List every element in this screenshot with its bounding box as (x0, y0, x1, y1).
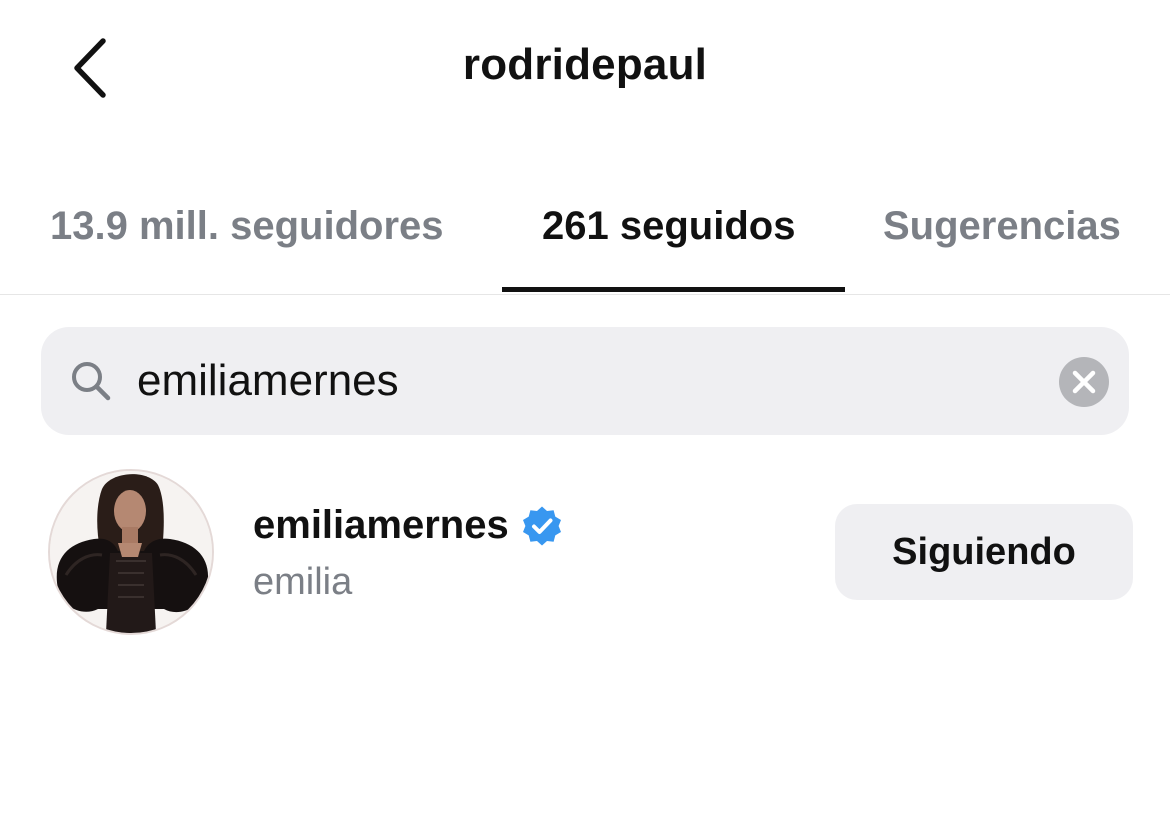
verified-badge-icon (522, 506, 561, 545)
search-bar (41, 327, 1129, 435)
search-input[interactable] (137, 349, 1037, 413)
tab-bar: 13.9 mill. seguidores 261 seguidos Suger… (0, 190, 1170, 295)
clear-icon (1072, 370, 1096, 394)
following-button[interactable]: Siguiendo (835, 504, 1133, 600)
avatar[interactable] (48, 469, 214, 635)
page-title: rodridepaul (462, 40, 708, 89)
tab-followers[interactable]: 13.9 mill. seguidores (50, 204, 444, 249)
profile-photo (50, 471, 212, 633)
clear-search-button[interactable] (1059, 357, 1109, 407)
tab-suggestions[interactable]: Sugerencias (883, 204, 1121, 249)
full-name: emilia (253, 561, 353, 603)
top-bar: rodridepaul (0, 0, 1170, 140)
search-icon (72, 362, 111, 401)
list-item[interactable]: emiliamernes emilia Siguiendo (0, 465, 1170, 640)
tab-following[interactable]: 261 seguidos (542, 204, 795, 249)
username-link[interactable]: emiliamernes (253, 503, 563, 548)
username: emiliamernes (253, 503, 509, 547)
active-tab-indicator (502, 287, 845, 292)
